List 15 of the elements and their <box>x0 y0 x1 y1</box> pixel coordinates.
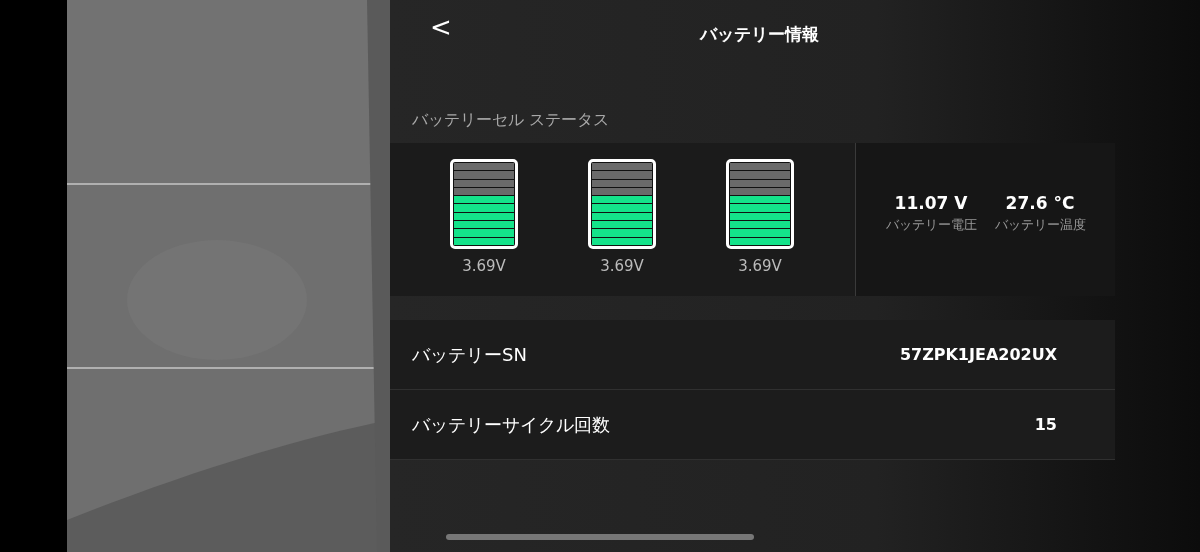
cell-voltage: 3.69V <box>462 257 506 275</box>
row-value: 57ZPK1JEA202UX <box>899 345 1057 364</box>
row-label: バッテリーSN <box>412 342 527 367</box>
row-label: バッテリーサイクル回数 <box>412 412 610 437</box>
stat-label: バッテリー電圧 <box>885 216 977 234</box>
stat-value: 27.6 °C <box>1005 193 1075 213</box>
cell-voltage: 3.69V <box>738 257 782 275</box>
page-title: バッテリー情報 <box>700 22 819 46</box>
row-value: 15 <box>1034 415 1057 434</box>
cell-voltage: 3.69V <box>600 257 644 275</box>
stat-value: 11.07 V <box>894 193 968 213</box>
back-button[interactable]: < <box>426 12 456 42</box>
stat-label: バッテリー温度 <box>994 216 1086 234</box>
home-indicator[interactable] <box>446 534 754 540</box>
section-title: バッテリーセル ステータス <box>411 109 611 131</box>
